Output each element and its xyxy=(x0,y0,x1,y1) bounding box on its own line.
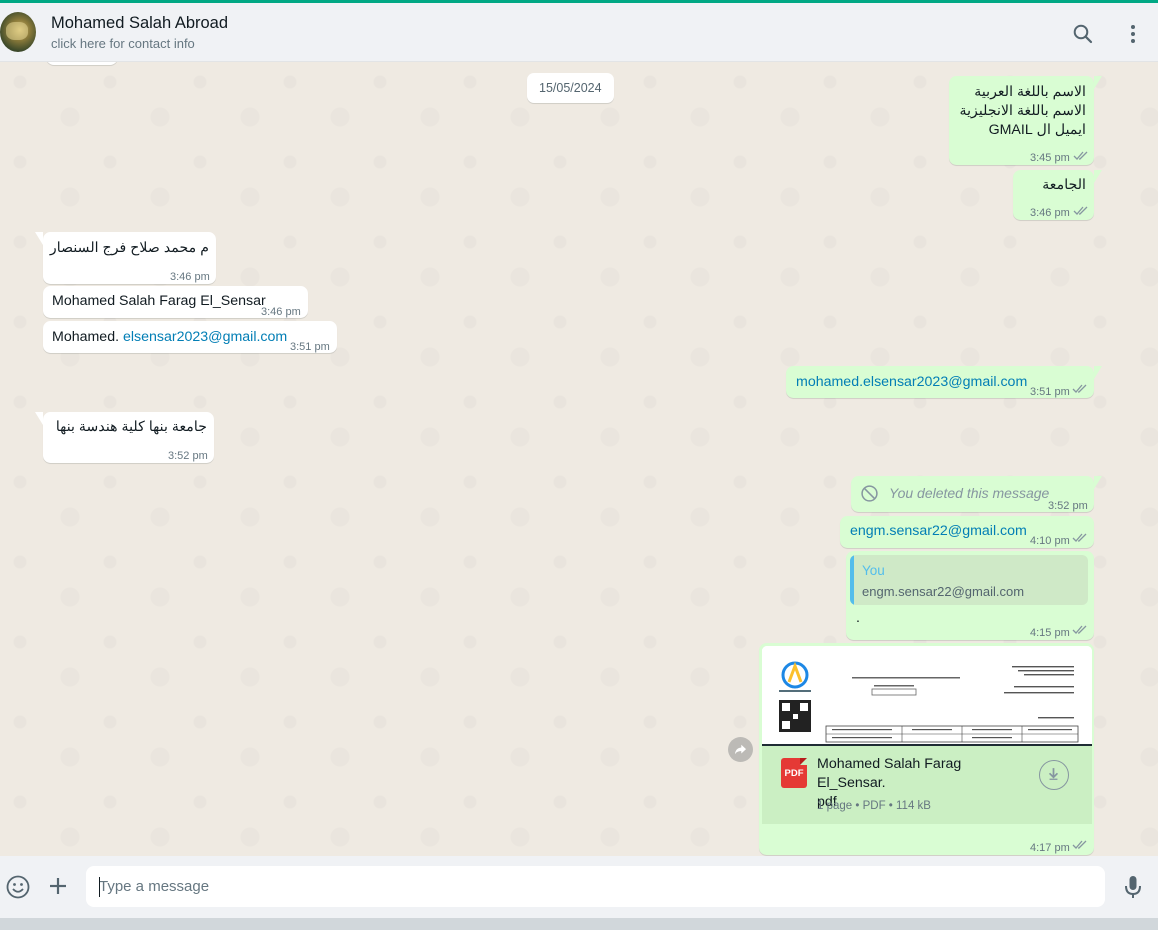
menu-icon[interactable] xyxy=(1121,22,1145,46)
deleted-icon xyxy=(861,485,878,502)
attach-plus-icon[interactable] xyxy=(46,874,70,898)
incoming-message[interactable]: جامعة بنها كلية هندسة بنها 3:52 pm xyxy=(35,412,214,463)
download-button[interactable] xyxy=(1039,760,1069,790)
message-list[interactable]: 15/05/2024 الاسم باللغة العربية الاسم با… xyxy=(0,62,1158,856)
forward-button[interactable] xyxy=(728,737,753,762)
text-caret xyxy=(99,877,100,897)
read-ticks-icon xyxy=(1072,625,1087,634)
read-ticks-icon xyxy=(1072,840,1087,849)
message-text: الجامعة xyxy=(1042,177,1086,193)
quote-author: You xyxy=(862,563,885,578)
message-time: 3:45 pm xyxy=(1030,152,1070,164)
message-composer[interactable] xyxy=(0,856,1158,918)
quote-bar xyxy=(850,555,854,605)
message-time: 4:15 pm xyxy=(1030,627,1070,639)
message-time: 3:52 pm xyxy=(1048,500,1088,512)
incoming-message[interactable]: Mohamed. elsensar2023@gmail.com 3:51 pm xyxy=(43,321,337,353)
message-text: Mohamed Salah Farag El_Sensar xyxy=(52,293,266,309)
emoji-icon[interactable] xyxy=(5,874,31,900)
read-ticks-icon xyxy=(1073,151,1088,160)
pdf-file-icon: PDF xyxy=(781,758,807,788)
document-preview-thumbnail[interactable] xyxy=(762,646,1092,746)
message-time: 3:46 pm xyxy=(1030,207,1070,219)
message-text-line: الاسم باللغة الانجليزية xyxy=(959,103,1087,119)
window-bottom-edge xyxy=(0,918,1158,930)
message-text: م محمد صلاح فرج السنصار xyxy=(49,240,209,256)
message-time: 3:51 pm xyxy=(290,341,330,353)
document-message[interactable]: PDF Mohamed Salah Farag El_Sensar. pdf 1… xyxy=(759,643,1094,855)
date-divider: 15/05/2024 xyxy=(527,73,614,103)
incoming-message[interactable]: Mohamed Salah Farag El_Sensar 3:46 pm xyxy=(43,286,308,318)
avatar[interactable] xyxy=(0,12,36,52)
message-time: 4:17 pm xyxy=(1030,842,1070,854)
message-input[interactable] xyxy=(86,866,1105,907)
message-text: جامعة بنها كلية هندسة بنها xyxy=(55,419,207,435)
outgoing-message[interactable]: الاسم باللغة العربية الاسم باللغة الانجل… xyxy=(949,76,1102,165)
quoted-message[interactable]: You engm.sensar22@gmail.com xyxy=(850,555,1088,605)
deleted-message[interactable]: You deleted this message 3:52 pm xyxy=(851,476,1102,512)
previous-message-edge xyxy=(46,62,118,65)
message-time: 3:52 pm xyxy=(168,450,208,462)
email-link[interactable]: elsensar2023@gmail.com xyxy=(123,329,287,345)
message-text: Mohamed. elsensar2023@gmail.com xyxy=(52,328,287,347)
read-ticks-icon xyxy=(1073,206,1088,215)
contact-info-hint[interactable]: click here for contact info xyxy=(51,36,195,51)
reply-message[interactable]: You engm.sensar22@gmail.com . 4:15 pm xyxy=(846,551,1094,640)
deleted-message-text: You deleted this message xyxy=(889,485,1050,501)
outgoing-message[interactable]: mohamed.elsensar2023@gmail.com 3:51 pm xyxy=(786,366,1102,398)
email-link[interactable]: engm.sensar22@gmail.com xyxy=(850,522,1027,541)
document-page-image xyxy=(762,646,1092,744)
incoming-message[interactable]: م محمد صلاح فرج السنصار 3:46 pm xyxy=(35,232,216,284)
search-icon[interactable] xyxy=(1071,22,1095,46)
message-time: 3:46 pm xyxy=(261,306,301,318)
microphone-icon[interactable] xyxy=(1121,874,1145,900)
message-time: 3:46 pm xyxy=(170,271,210,283)
message-text-line: الاسم باللغة العربية xyxy=(974,84,1086,100)
document-card[interactable]: PDF Mohamed Salah Farag El_Sensar. pdf 1… xyxy=(762,746,1092,824)
read-ticks-icon xyxy=(1072,533,1087,542)
document-name-line: Mohamed Salah Farag El_Sensar. xyxy=(817,756,962,791)
contact-name[interactable]: Mohamed Salah Abroad xyxy=(51,14,228,33)
chat-header[interactable]: Mohamed Salah Abroad click here for cont… xyxy=(0,3,1158,62)
document-meta: 1 page • PDF • 114 kB xyxy=(817,800,931,812)
download-icon xyxy=(1048,768,1059,780)
quote-text: engm.sensar22@gmail.com xyxy=(862,584,1025,599)
message-time: 3:51 pm xyxy=(1030,386,1070,398)
message-text-line: ايميل ال GMAIL xyxy=(988,122,1086,138)
read-ticks-icon xyxy=(1072,384,1087,393)
outgoing-message[interactable]: الجامعة 3:46 pm xyxy=(1013,170,1102,220)
forward-icon xyxy=(734,744,747,755)
outgoing-message[interactable]: engm.sensar22@gmail.com 4:10 pm xyxy=(840,516,1094,548)
email-link[interactable]: mohamed.elsensar2023@gmail.com xyxy=(796,373,1027,392)
message-text-prefix: Mohamed. xyxy=(52,329,120,345)
message-text: . xyxy=(856,610,860,626)
message-time: 4:10 pm xyxy=(1030,535,1070,547)
